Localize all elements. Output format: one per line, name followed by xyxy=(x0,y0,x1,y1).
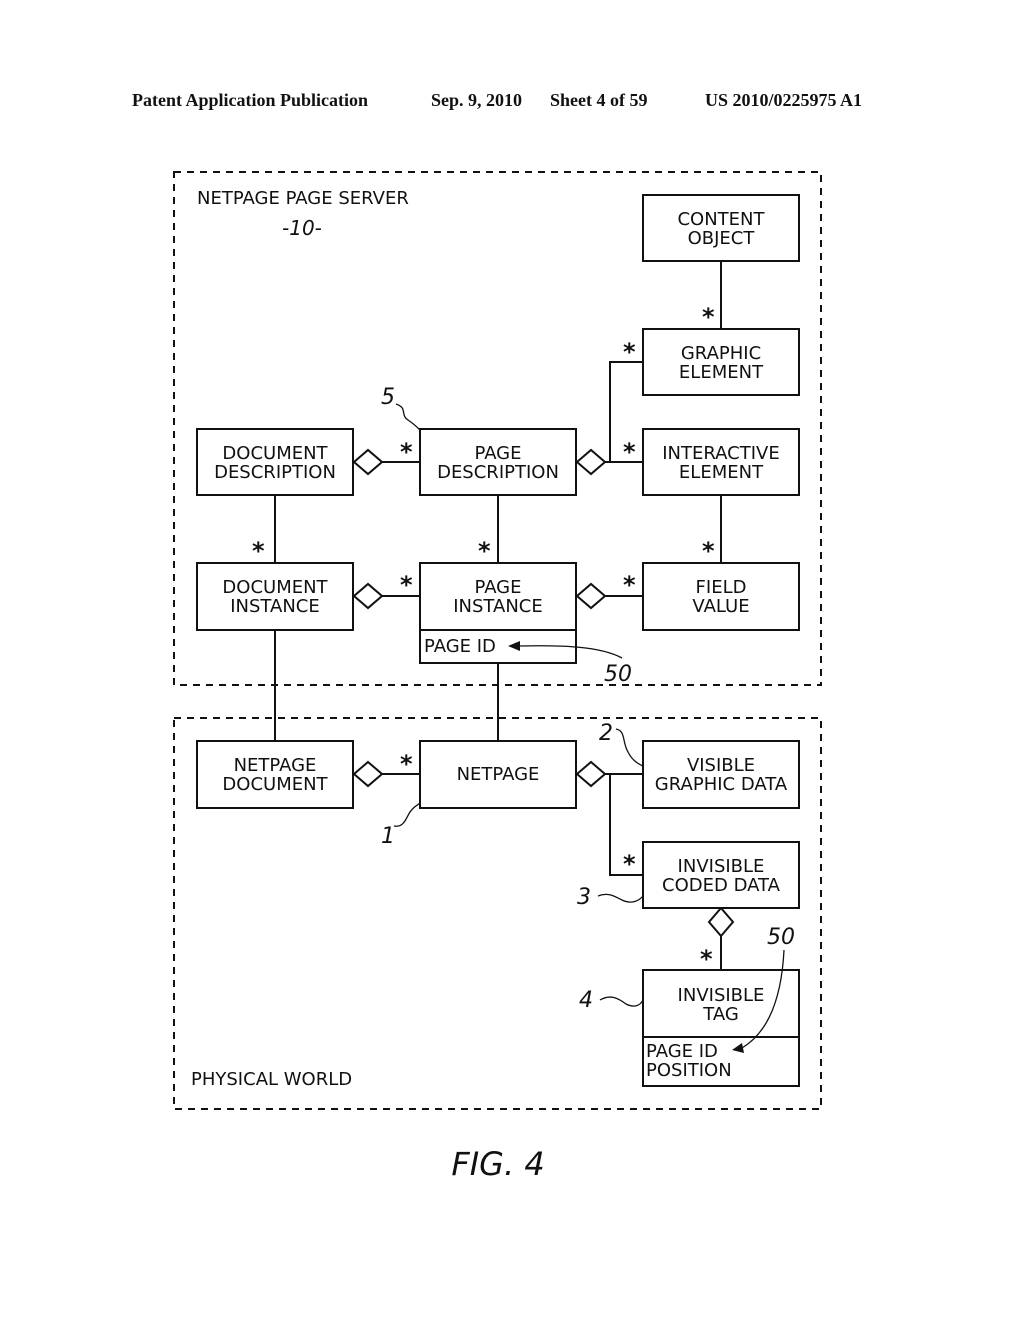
multiplicity-marker: * xyxy=(400,438,413,466)
physical-region-title: PHYSICAL WORLD xyxy=(191,1069,352,1090)
box-netpage: NETPAGE xyxy=(419,740,577,809)
ref-numeral: 3 xyxy=(577,885,591,910)
multiplicity-marker: * xyxy=(623,571,636,599)
leader-line xyxy=(599,996,644,1007)
box-label: DESCRIPTION xyxy=(214,462,336,483)
box-label: INSTANCE xyxy=(230,596,320,617)
aggregation-diamond-icon xyxy=(575,448,607,476)
box-document-description: DOCUMENT DESCRIPTION xyxy=(196,428,354,496)
multiplicity-marker: * xyxy=(400,571,413,599)
box-attribute: PAGE ID xyxy=(424,636,496,657)
box-label: INTERACTIVE xyxy=(662,443,779,464)
box-label: INVISIBLE xyxy=(678,985,765,1006)
box-page-instance: PAGE INSTANCE PAGE ID xyxy=(419,562,577,664)
ref-numeral: 2 xyxy=(599,721,613,746)
box-page-description: PAGE DESCRIPTION xyxy=(419,428,577,496)
ref-numeral: 1 xyxy=(381,824,395,849)
box-label: INVISIBLE xyxy=(678,856,765,877)
uml-diagram: NETPAGE PAGE SERVER -10- PHYSICAL WORLD … xyxy=(173,171,822,1183)
ref-numeral: 50 xyxy=(767,925,795,950)
leader-line xyxy=(395,403,421,431)
box-label: DOCUMENT xyxy=(222,774,328,795)
multiplicity-marker: * xyxy=(400,750,413,778)
server-region-ref: -10- xyxy=(282,216,322,240)
multiplicity-marker: * xyxy=(252,537,265,565)
box-field-value: FIELD VALUE xyxy=(642,562,800,631)
box-label: PAGE xyxy=(474,443,521,464)
box-label: INSTANCE xyxy=(453,596,543,617)
box-interactive-element: INTERACTIVE ELEMENT xyxy=(642,428,800,496)
aggregation-diamond-icon xyxy=(707,906,735,938)
ref-numeral: 4 xyxy=(579,988,593,1013)
multiplicity-marker: * xyxy=(702,303,715,331)
multiplicity-marker: * xyxy=(702,537,715,565)
box-label: FIELD xyxy=(696,577,747,598)
leader-line xyxy=(597,893,644,903)
box-label: VISIBLE xyxy=(687,755,755,776)
aggregation-diamond-icon xyxy=(575,582,607,610)
box-label: DOCUMENT xyxy=(222,443,328,464)
box-label: TAG xyxy=(702,1004,739,1025)
box-label: NETPAGE xyxy=(457,764,540,785)
figure-caption: FIG. 4 xyxy=(451,1145,544,1183)
box-label: CODED DATA xyxy=(662,875,781,896)
box-label: ELEMENT xyxy=(679,462,764,483)
box-label: NETPAGE xyxy=(234,755,317,776)
multiplicity-marker: * xyxy=(478,537,491,565)
ref-numeral: 5 xyxy=(381,385,395,410)
multiplicity-marker: * xyxy=(623,850,636,878)
box-document-instance: DOCUMENT INSTANCE xyxy=(196,562,354,631)
box-invisible-tag: INVISIBLE TAG PAGE ID POSITION xyxy=(642,969,800,1087)
box-label: PAGE xyxy=(474,577,521,598)
aggregation-diamond-icon xyxy=(352,448,384,476)
box-label: VALUE xyxy=(692,596,749,617)
box-label: CONTENT xyxy=(677,209,765,230)
multiplicity-marker: * xyxy=(623,438,636,466)
box-attribute: POSITION xyxy=(646,1060,732,1081)
box-label: GRAPHIC xyxy=(681,343,761,364)
box-graphic-element: GRAPHIC ELEMENT xyxy=(642,328,800,396)
box-netpage-document: NETPAGE DOCUMENT xyxy=(196,740,354,809)
box-label: DOCUMENT xyxy=(222,577,328,598)
box-label: OBJECT xyxy=(688,228,756,249)
aggregation-diamond-icon xyxy=(352,582,384,610)
leader-line xyxy=(393,802,421,827)
aggregation-diamond-icon xyxy=(352,760,384,788)
aggregation-diamond-icon xyxy=(575,760,607,788)
box-content-object: CONTENT OBJECT xyxy=(642,194,800,262)
box-visible-graphic-data: VISIBLE GRAPHIC DATA xyxy=(642,740,800,809)
box-invisible-coded-data: INVISIBLE CODED DATA xyxy=(642,841,800,909)
box-label: DESCRIPTION xyxy=(437,462,559,483)
multiplicity-marker: * xyxy=(700,945,713,973)
leader-line xyxy=(615,728,644,767)
ref-numeral: 50 xyxy=(604,662,632,687)
server-region-title: NETPAGE PAGE SERVER xyxy=(197,188,409,209)
box-label: ELEMENT xyxy=(679,362,764,383)
multiplicity-marker: * xyxy=(623,338,636,366)
box-attribute: PAGE ID xyxy=(646,1041,718,1062)
box-label: GRAPHIC DATA xyxy=(655,774,788,795)
